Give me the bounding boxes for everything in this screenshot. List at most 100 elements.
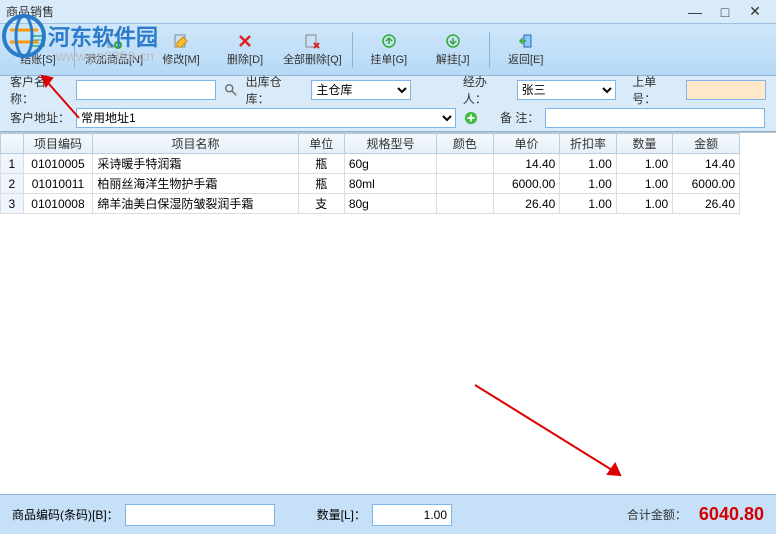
toolbar-label: 挂单[G]	[370, 51, 407, 67]
col-price[interactable]: 单价	[493, 134, 560, 154]
row-number: 1	[1, 154, 24, 174]
minimize-button[interactable]: —	[680, 4, 710, 20]
add-icon	[106, 33, 122, 49]
cell-price: 6000.00	[493, 174, 560, 194]
data-grid: 项目编码 项目名称 单位 规格型号 颜色 单价 折扣率 数量 金额 101010…	[0, 132, 776, 214]
prev-order-input[interactable]	[686, 80, 766, 100]
cell-name: 绵羊油美白保湿防皱裂润手霜	[93, 194, 298, 214]
cell-color	[437, 174, 493, 194]
table-header-row: 项目编码 项目名称 单位 规格型号 颜色 单价 折扣率 数量 金额	[1, 134, 740, 154]
barcode-input[interactable]	[125, 504, 275, 526]
operator-label: 经办人：	[463, 73, 511, 107]
cell-unit: 支	[298, 194, 344, 214]
row-number: 2	[1, 174, 24, 194]
cell-code: 01010011	[23, 174, 93, 194]
cell-color	[437, 154, 493, 174]
cell-spec: 80g	[344, 194, 436, 214]
cell-qty: 1.00	[616, 194, 672, 214]
cell-spec: 80ml	[344, 174, 436, 194]
hold-order-button[interactable]: 挂单[G]	[359, 27, 419, 73]
col-spec[interactable]: 规格型号	[344, 134, 436, 154]
qty-input[interactable]	[372, 504, 452, 526]
col-unit[interactable]: 单位	[298, 134, 344, 154]
cell-discount: 1.00	[560, 154, 616, 174]
delete-button[interactable]: 删除[D]	[215, 27, 275, 73]
col-color[interactable]: 颜色	[437, 134, 493, 154]
operator-select[interactable]: 张三	[517, 80, 617, 100]
cell-qty: 1.00	[616, 174, 672, 194]
toolbar-label: 结账[S]	[20, 51, 55, 67]
search-button[interactable]	[222, 81, 240, 99]
delete-all-button[interactable]: 全部删除[Q]	[279, 27, 346, 73]
col-discount[interactable]: 折扣率	[560, 134, 616, 154]
annotation-arrow-2	[470, 380, 640, 493]
barcode-label: 商品编码(条码)[B]：	[12, 506, 119, 523]
warehouse-label: 出库仓库：	[246, 73, 306, 107]
cell-amount: 6000.00	[673, 174, 740, 194]
customer-name-label: 客户名称：	[10, 73, 70, 107]
col-name[interactable]: 项目名称	[93, 134, 298, 154]
customer-addr-label: 客户地址：	[10, 109, 70, 126]
cell-spec: 60g	[344, 154, 436, 174]
cell-qty: 1.00	[616, 154, 672, 174]
form-row-2: 客户地址： 常用地址1 备 注：	[0, 104, 776, 132]
col-qty[interactable]: 数量	[616, 134, 672, 154]
separator	[352, 32, 353, 68]
table-row[interactable]: 101010005采诗暖手特润霜瓶60g14.401.001.0014.40	[1, 154, 740, 174]
edit-icon	[173, 33, 189, 49]
separator	[74, 32, 75, 68]
table-row[interactable]: 301010008绵羊油美白保湿防皱裂润手霜支80g26.401.001.002…	[1, 194, 740, 214]
rownum-header	[1, 134, 24, 154]
add-address-button[interactable]	[462, 109, 480, 127]
release-order-button[interactable]: 解挂[J]	[423, 27, 483, 73]
titlebar: 商品销售 — □ ✕	[0, 0, 776, 24]
cell-unit: 瓶	[298, 154, 344, 174]
close-button[interactable]: ✕	[740, 3, 770, 20]
total-value: 6040.80	[699, 504, 764, 525]
cell-color	[437, 194, 493, 214]
delete-all-icon	[304, 33, 320, 49]
total-label: 合计金额：	[627, 506, 687, 523]
cell-amount: 26.40	[673, 194, 740, 214]
maximize-button[interactable]: □	[710, 4, 740, 20]
bottom-bar: 商品编码(条码)[B]： 数量[L]： 合计金额： 6040.80	[0, 494, 776, 534]
separator	[489, 32, 490, 68]
return-button[interactable]: 返回[E]	[496, 27, 556, 73]
cell-discount: 1.00	[560, 174, 616, 194]
return-icon	[518, 33, 534, 49]
cell-code: 01010005	[23, 154, 93, 174]
cell-unit: 瓶	[298, 174, 344, 194]
cell-code: 01010008	[23, 194, 93, 214]
toolbar-label: 解挂[J]	[436, 51, 470, 67]
release-icon	[445, 33, 461, 49]
toolbar-label: 修改[M]	[162, 51, 199, 67]
cell-price: 26.40	[493, 194, 560, 214]
prev-order-label: 上单号：	[632, 73, 680, 107]
row-number: 3	[1, 194, 24, 214]
toolbar-label: 返回[E]	[508, 51, 543, 67]
col-code[interactable]: 项目编码	[23, 134, 93, 154]
cell-discount: 1.00	[560, 194, 616, 214]
cell-price: 14.40	[493, 154, 560, 174]
checkout-button[interactable]: 结账[S]	[8, 27, 68, 73]
cell-amount: 14.40	[673, 154, 740, 174]
remark-input[interactable]	[545, 108, 765, 128]
customer-addr-select[interactable]: 常用地址1	[76, 108, 456, 128]
toolbar: 结账[S] 添加商品[N] 修改[M] 删除[D] 全部删除[Q] 挂单[G] …	[0, 24, 776, 76]
table-row[interactable]: 201010011柏丽丝海洋生物护手霜瓶80ml6000.001.001.006…	[1, 174, 740, 194]
window-title: 商品销售	[6, 3, 680, 20]
cell-name: 采诗暖手特润霜	[93, 154, 298, 174]
plus-icon	[464, 111, 478, 125]
qty-label: 数量[L]：	[317, 506, 366, 523]
add-product-button[interactable]: 添加商品[N]	[81, 27, 147, 73]
delete-icon	[237, 33, 253, 49]
col-amount[interactable]: 金额	[673, 134, 740, 154]
toolbar-label: 添加商品[N]	[85, 51, 143, 67]
customer-name-input[interactable]	[76, 80, 216, 100]
form-row-1: 客户名称： 出库仓库： 主仓库 经办人： 张三 上单号：	[0, 76, 776, 104]
warehouse-select[interactable]: 主仓库	[311, 80, 411, 100]
remark-label: 备 注：	[500, 109, 539, 126]
checkout-icon	[30, 33, 46, 49]
cell-name: 柏丽丝海洋生物护手霜	[93, 174, 298, 194]
edit-button[interactable]: 修改[M]	[151, 27, 211, 73]
